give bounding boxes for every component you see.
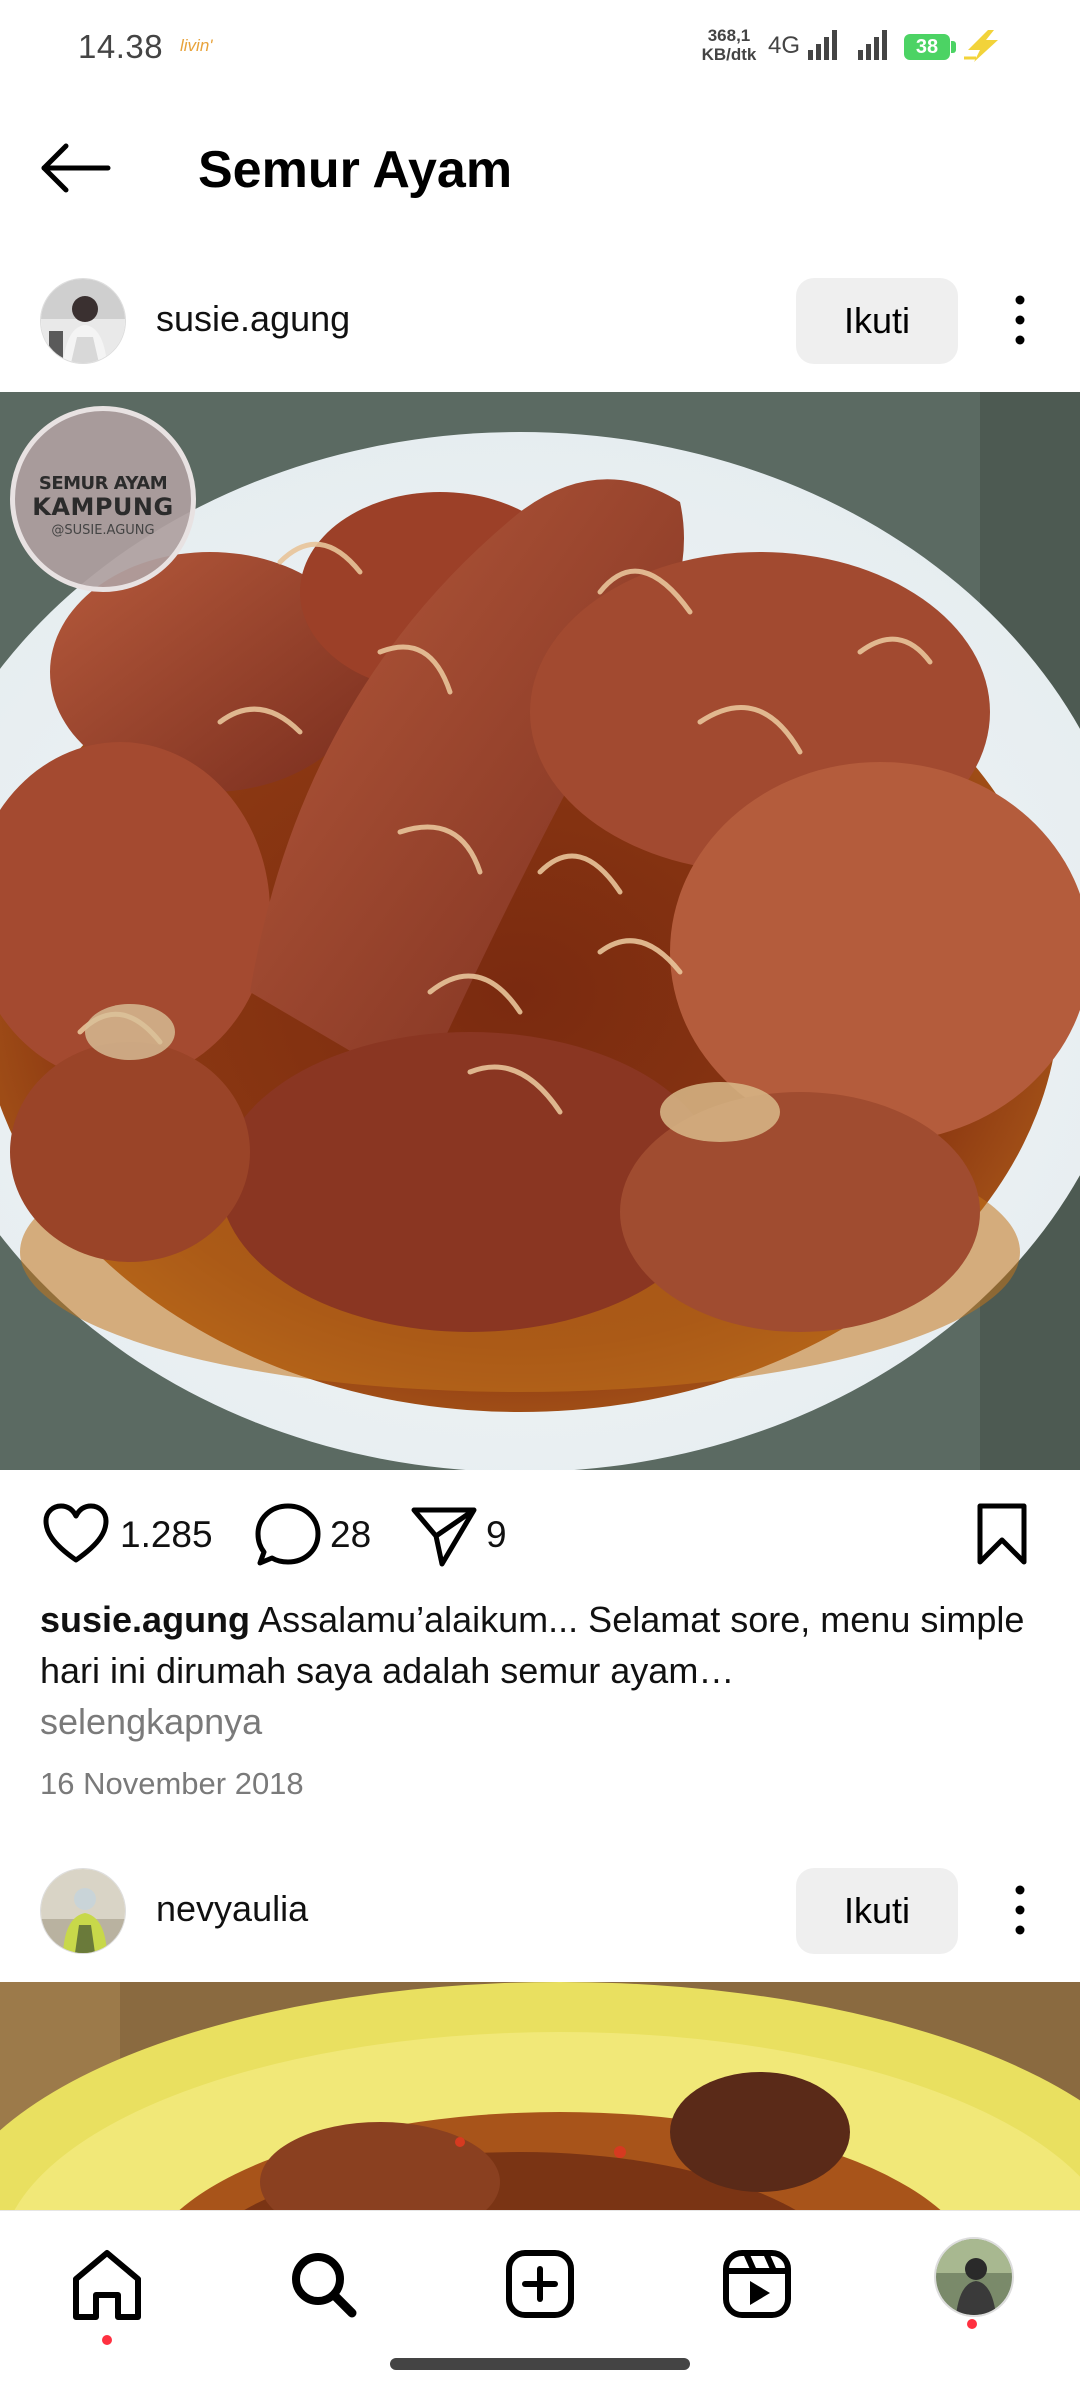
username[interactable]: susie.agung: [156, 298, 350, 340]
profile-avatar[interactable]: [934, 2237, 1014, 2317]
status-time: 14.38: [78, 28, 164, 65]
reels-icon[interactable]: [712, 2239, 802, 2329]
speed-unit: KB/dtk: [701, 45, 757, 64]
search-icon[interactable]: [278, 2239, 368, 2329]
avatar[interactable]: [40, 1868, 126, 1954]
share-icon[interactable]: [408, 1500, 480, 1570]
signal-icon: [858, 30, 887, 60]
avatar-image: [41, 1869, 125, 1953]
back-arrow-icon[interactable]: [36, 138, 116, 198]
bottom-navigation: [0, 2210, 1080, 2401]
post-date: 16 November 2018: [40, 1766, 304, 1801]
profile-avatar-image: [936, 2239, 1012, 2315]
watermark-line-1: SEMUR AYAM: [38, 473, 168, 494]
battery-icon: 38: [904, 34, 950, 60]
like-count[interactable]: 1.285: [120, 1514, 213, 1556]
see-more-link[interactable]: selengkapnya: [40, 1701, 262, 1742]
post-image[interactable]: SEMUR AYAM KAMPUNG @SUSIE.AGUNG: [0, 392, 1080, 1470]
network-type: 4G: [768, 32, 801, 59]
carrier-logo: livin': [180, 36, 213, 55]
post-caption: susie.agung Assalamu’alaikum... Selamat …: [40, 1594, 1040, 1747]
post-header: susie.agung Ikuti: [0, 256, 1080, 386]
home-icon[interactable]: [62, 2239, 152, 2329]
post-actions: 1.285 28 9: [0, 1470, 1080, 1600]
follow-button[interactable]: Ikuti: [796, 278, 958, 364]
food-photo: [0, 1982, 1080, 2210]
bookmark-icon[interactable]: [970, 1500, 1034, 1570]
comment-icon[interactable]: [252, 1500, 324, 1570]
watermark-line-2: KAMPUNG: [32, 493, 174, 521]
username[interactable]: nevyaulia: [156, 1888, 308, 1930]
more-options-icon[interactable]: [998, 284, 1042, 356]
speed-value: 368,1: [707, 26, 751, 45]
status-bar: 14.38 livin' 368,1 KB/dtk 4G 38: [0, 0, 1080, 96]
share-count[interactable]: 9: [486, 1514, 507, 1556]
caption-username[interactable]: susie.agung: [40, 1599, 250, 1640]
page-title: Semur Ayam: [198, 141, 513, 199]
avatar-image: [41, 279, 125, 363]
signal-icon: [808, 30, 837, 60]
profile-notification-dot: [967, 2319, 977, 2329]
like-icon[interactable]: [40, 1500, 112, 1570]
more-options-icon[interactable]: [998, 1874, 1042, 1946]
charging-icon: [964, 30, 998, 62]
network-speed: 368,1 KB/dtk: [700, 26, 758, 64]
home-notification-dot: [102, 2335, 112, 2345]
post-image[interactable]: [0, 1982, 1080, 2210]
header: Semur Ayam: [0, 96, 1080, 246]
avatar[interactable]: [40, 278, 126, 364]
watermark-line-3: @SUSIE.AGUNG: [51, 523, 155, 538]
battery-tip: [951, 41, 956, 53]
follow-button[interactable]: Ikuti: [796, 1868, 958, 1954]
watermark-logo: SEMUR AYAM KAMPUNG @SUSIE.AGUNG: [10, 406, 196, 592]
comment-count[interactable]: 28: [330, 1514, 371, 1556]
gesture-home-bar[interactable]: [390, 2358, 690, 2370]
create-post-icon[interactable]: [495, 2239, 585, 2329]
post-header: nevyaulia Ikuti: [0, 1846, 1080, 1976]
